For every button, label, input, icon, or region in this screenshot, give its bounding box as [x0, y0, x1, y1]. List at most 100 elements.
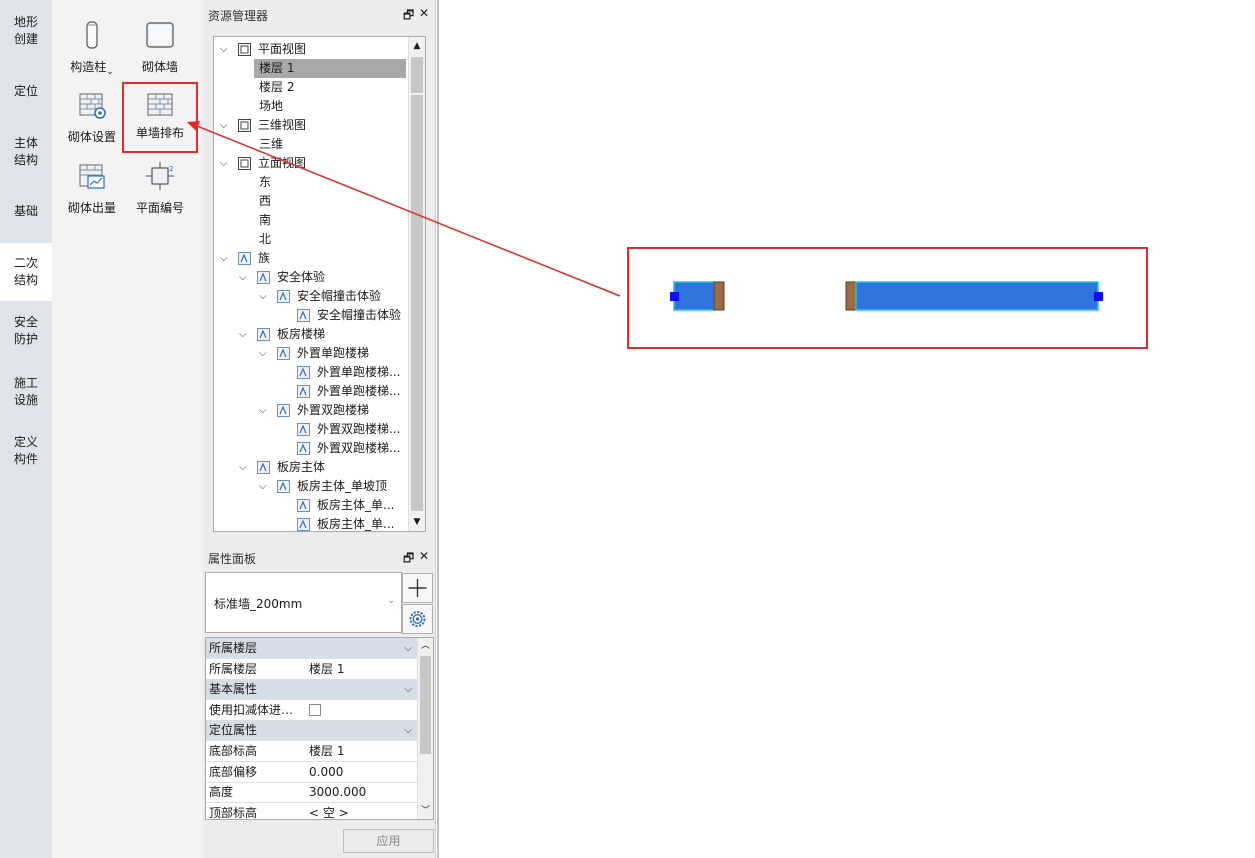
property-value[interactable]: 3000.000 — [309, 782, 366, 803]
scroll-thumb[interactable] — [411, 57, 423, 93]
expand-arrow-icon[interactable]: ⌵ — [259, 287, 267, 306]
masonry-settings-button[interactable]: 砌体设置 — [57, 80, 127, 144]
tree-item[interactable]: 北 — [214, 230, 409, 249]
property-row[interactable]: 高度 3000.000 — [206, 782, 417, 804]
tree-item[interactable]: ⌵ 板房主体_单坡顶 — [214, 477, 409, 496]
tree-item[interactable]: ⌵ 外置单跑楼梯 — [214, 344, 409, 363]
category-tab[interactable]: 地形 创建 — [0, 14, 52, 62]
apply-button[interactable]: 应用 — [343, 829, 434, 853]
plan-numbering-icon: 2 — [146, 162, 174, 190]
tree-item[interactable]: 外置双跑楼梯... — [214, 439, 409, 458]
property-value[interactable]: 0.000 — [309, 762, 343, 783]
type-selector[interactable]: 标准墙_200mm ⌄ — [205, 572, 402, 633]
tree-node[interactable]: ⌵ 三维视图 — [214, 116, 409, 135]
column-tool-button[interactable]: 构造柱⌄ — [57, 10, 127, 77]
category-tab[interactable]: 基础 — [0, 203, 52, 227]
tree-label: 板房楼梯 — [277, 327, 326, 341]
category-tab[interactable]: 定位 — [0, 83, 52, 107]
property-group-header[interactable]: 所属楼层 ⌵ — [206, 638, 417, 659]
tree-item[interactable]: 西 — [214, 192, 409, 211]
masonry-quantity-button[interactable]: 砌体出量 — [57, 151, 127, 215]
chevron-down-icon[interactable]: ⌵ — [404, 638, 412, 659]
gear-icon — [409, 611, 426, 627]
wall-tool-button[interactable]: 砌体墙 — [125, 10, 195, 74]
resource-manager-panel: 资源管理器 🗗 ✕ ⌵ 平面视图 楼层 1 楼层 2 场地 ⌵ 三维视图 三维 ⌵ 立面视图东西南… — [202, 0, 436, 543]
expand-arrow-icon[interactable]: ⌵ — [220, 40, 228, 59]
scroll-down-icon[interactable]: ▼ — [409, 513, 425, 531]
scroll-up-icon[interactable]: ︿ — [418, 638, 433, 654]
single-wall-layout-icon — [147, 93, 173, 116]
scroll-up-icon[interactable]: ▲ — [409, 37, 425, 55]
property-value[interactable]: < 空 > — [309, 803, 349, 819]
property-value[interactable]: 楼层 1 — [309, 741, 344, 762]
tree-item[interactable]: ⌵ 安全帽撞击体验 — [214, 287, 409, 306]
tree-item[interactable]: 外置单跑楼梯... — [214, 382, 409, 401]
expand-arrow-icon[interactable]: ⌵ — [259, 344, 267, 363]
category-tab[interactable]: 安全 防护 — [0, 314, 52, 362]
close-icon[interactable]: ✕ — [419, 549, 429, 563]
expand-arrow-icon[interactable]: ⌵ — [220, 116, 228, 135]
expand-arrow-icon[interactable]: ⌵ — [220, 249, 228, 268]
add-type-button[interactable] — [402, 573, 433, 603]
property-label: 底部偏移 — [209, 764, 258, 779]
family-icon — [257, 461, 270, 474]
plan-view-icon — [238, 43, 251, 56]
tree-item[interactable]: 板房主体_单... — [214, 496, 409, 515]
tree-item[interactable]: 东 — [214, 173, 409, 192]
restore-icon[interactable]: 🗗 — [403, 6, 414, 27]
property-row[interactable]: 底部偏移 0.000 — [206, 762, 417, 783]
expand-arrow-icon[interactable]: ⌵ — [220, 154, 228, 173]
category-tab[interactable]: 施工 设施 — [0, 375, 52, 423]
property-row[interactable]: 所属楼层 楼层 1 — [206, 659, 417, 680]
expand-arrow-icon[interactable]: ⌵ — [239, 458, 247, 477]
tree-item[interactable]: ⌵ 安全体验 — [214, 268, 409, 287]
tree-node[interactable]: ⌵ 平面视图 — [214, 40, 409, 59]
tree-item[interactable]: 南 — [214, 211, 409, 230]
elevation-view-icon — [238, 157, 251, 170]
category-tab[interactable]: 主体 结构 — [0, 135, 52, 183]
category-tab[interactable]: 定义 构件 — [0, 434, 52, 482]
plan-numbering-button[interactable]: 2 平面编号 — [125, 151, 195, 215]
scroll-down-icon[interactable]: ﹀ — [418, 803, 433, 819]
property-group-header[interactable]: 基本属性 ⌵ — [206, 679, 417, 701]
property-value[interactable]: 楼层 1 — [309, 659, 344, 680]
tree-item[interactable]: 楼层 2 — [214, 78, 409, 97]
checkbox[interactable] — [309, 703, 321, 716]
tree-item[interactable]: 三维 — [214, 135, 409, 154]
property-scrollbar[interactable]: ︿ ﹀ — [417, 638, 433, 819]
category-tab[interactable]: 二次 结构 — [0, 243, 52, 301]
tree-item[interactable]: ⌵ 板房楼梯 — [214, 325, 409, 344]
tree-node[interactable]: ⌵ 族 — [214, 249, 409, 268]
chevron-down-icon[interactable]: ⌄ — [387, 596, 395, 606]
tree-item[interactable]: 楼层 1 — [254, 59, 406, 78]
tree-scrollbar[interactable]: ▲ ▼ — [408, 37, 425, 531]
chevron-down-icon[interactable]: ⌵ — [404, 720, 412, 741]
family-icon — [277, 290, 290, 303]
scroll-thumb[interactable] — [420, 656, 431, 754]
tree-item[interactable]: 场地 — [214, 97, 409, 116]
family-icon — [297, 309, 310, 322]
tree-item[interactable]: ⌵ 板房主体 — [214, 458, 409, 477]
tree-item[interactable]: 安全帽撞击体验 — [214, 306, 409, 325]
expand-arrow-icon[interactable]: ⌵ — [239, 325, 247, 344]
close-icon[interactable]: ✕ — [419, 6, 429, 20]
restore-icon[interactable]: 🗗 — [403, 549, 414, 570]
tree-item[interactable]: ⌵ 外置双跑楼梯 — [214, 401, 409, 420]
tree-node[interactable]: ⌵ 立面视图 — [214, 154, 409, 173]
family-icon — [238, 252, 251, 265]
chevron-down-icon[interactable]: ⌵ — [404, 679, 412, 700]
type-settings-button[interactable] — [402, 604, 433, 634]
tree-item[interactable]: 板房主体_单... — [214, 515, 409, 531]
expand-arrow-icon[interactable]: ⌵ — [259, 401, 267, 420]
single-wall-layout-button[interactable]: 单墙排布 — [122, 82, 198, 153]
property-row[interactable]: 底部标高 楼层 1 — [206, 741, 417, 762]
property-row[interactable]: 使用扣减体进… — [206, 700, 417, 721]
drawing-canvas[interactable] — [437, 0, 1255, 858]
expand-arrow-icon[interactable]: ⌵ — [239, 268, 247, 287]
tree-item[interactable]: 外置双跑楼梯... — [214, 420, 409, 439]
expand-arrow-icon[interactable]: ⌵ — [259, 477, 267, 496]
property-group-header[interactable]: 定位属性 ⌵ — [206, 720, 417, 742]
tree-label: 西 — [259, 194, 272, 208]
tree-item[interactable]: 外置单跑楼梯... — [214, 363, 409, 382]
property-row[interactable]: 顶部标高 < 空 > — [206, 803, 417, 819]
